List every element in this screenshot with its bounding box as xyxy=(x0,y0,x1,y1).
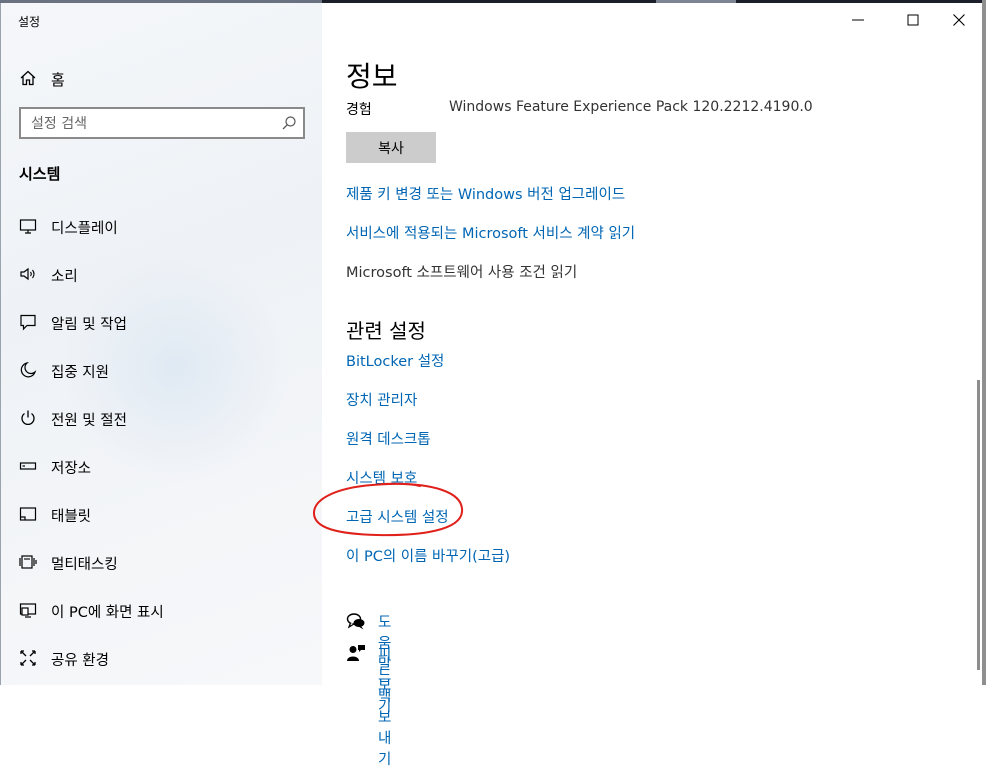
copy-button[interactable]: 복사 xyxy=(346,132,436,163)
rename-pc-link[interactable]: 이 PC의 이름 바꾸기(고급) xyxy=(346,545,510,566)
sidebar-item-notifications[interactable]: 알림 및 작업 xyxy=(1,303,323,343)
window-title: 설정 xyxy=(18,15,41,29)
give-feedback-label: 피드백 보내기 xyxy=(378,647,392,768)
monitor-icon xyxy=(19,219,37,234)
experience-label: 경험 xyxy=(346,102,372,118)
close-icon[interactable] xyxy=(950,11,968,29)
sidebar-item-label: 전원 및 절전 xyxy=(51,413,127,429)
sidebar-item-label: 멀티태스킹 xyxy=(51,557,118,573)
sidebar-item-label: 디스플레이 xyxy=(51,221,118,237)
storage-icon xyxy=(19,462,37,470)
multitasking-icon xyxy=(19,555,37,569)
notification-icon xyxy=(20,314,36,331)
feedback-icon xyxy=(347,645,365,661)
shared-experiences-icon xyxy=(20,650,36,666)
sidebar-item-storage[interactable]: 저장소 xyxy=(1,447,323,487)
sidebar-item-tablet[interactable]: 태블릿 xyxy=(1,495,323,535)
bitlocker-settings-link[interactable]: BitLocker 설정 xyxy=(346,350,444,371)
section-title: 시스템 xyxy=(19,165,61,183)
license-terms-link[interactable]: Microsoft 소프트웨어 사용 조건 읽기 xyxy=(346,261,577,282)
project-icon xyxy=(19,603,37,618)
maximize-icon[interactable] xyxy=(904,11,922,29)
sidebar-item-shared-experiences[interactable]: 공유 환경 xyxy=(1,639,323,679)
minimize-icon[interactable] xyxy=(849,11,867,29)
device-manager-link[interactable]: 장치 관리자 xyxy=(346,389,417,410)
service-agreement-link[interactable]: 서비스에 적용되는 Microsoft 서비스 계약 읽기 xyxy=(346,222,635,243)
search-icon[interactable] xyxy=(281,115,297,131)
help-chat-icon xyxy=(346,613,365,630)
speaker-icon xyxy=(20,267,35,281)
scrollbar[interactable] xyxy=(977,380,980,670)
main-content: 정보 경험 Windows Feature Experience Pack 12… xyxy=(312,3,986,768)
upgrade-windows-link[interactable]: 제품 키 변경 또는 Windows 버전 업그레이드 xyxy=(346,183,625,204)
sidebar-item-label: 집중 지원 xyxy=(51,365,109,381)
moon-icon xyxy=(20,361,37,378)
sidebar-item-label: 저장소 xyxy=(51,461,92,477)
remote-desktop-link[interactable]: 원격 데스크톱 xyxy=(346,428,431,449)
sidebar-item-power[interactable]: 전원 및 절전 xyxy=(1,399,323,439)
sidebar-item-label: 소리 xyxy=(51,269,78,285)
related-settings-title: 관련 설정 xyxy=(346,319,426,343)
sidebar-item-label: 홈 xyxy=(51,71,65,89)
window-border xyxy=(982,0,986,685)
sidebar-item-label: 알림 및 작업 xyxy=(51,317,127,333)
sidebar-item-multitasking[interactable]: 멀티태스킹 xyxy=(1,543,323,583)
sidebar-item-focus-assist[interactable]: 집중 지원 xyxy=(1,351,323,391)
sidebar-item-display[interactable]: 디스플레이 xyxy=(1,207,323,247)
sidebar: 설정 홈 시스템 디스플레이 소리 알림 및 작업 xyxy=(0,3,322,685)
page-title: 정보 xyxy=(346,60,398,93)
sidebar-item-home[interactable]: 홈 xyxy=(1,61,323,95)
power-icon xyxy=(21,410,35,425)
tablet-icon xyxy=(19,507,37,521)
sidebar-item-sound[interactable]: 소리 xyxy=(1,255,323,295)
red-circle-annotation xyxy=(312,482,464,537)
search-box[interactable] xyxy=(19,107,305,139)
sidebar-item-label: 공유 환경 xyxy=(51,653,109,669)
experience-value: Windows Feature Experience Pack 120.2212… xyxy=(449,99,813,115)
home-icon xyxy=(20,70,36,86)
sidebar-item-label: 이 PC에 화면 표시 xyxy=(51,605,164,621)
search-input[interactable] xyxy=(29,113,273,135)
sidebar-item-project[interactable]: 이 PC에 화면 표시 xyxy=(1,591,323,631)
sidebar-item-label: 태블릿 xyxy=(51,509,92,525)
